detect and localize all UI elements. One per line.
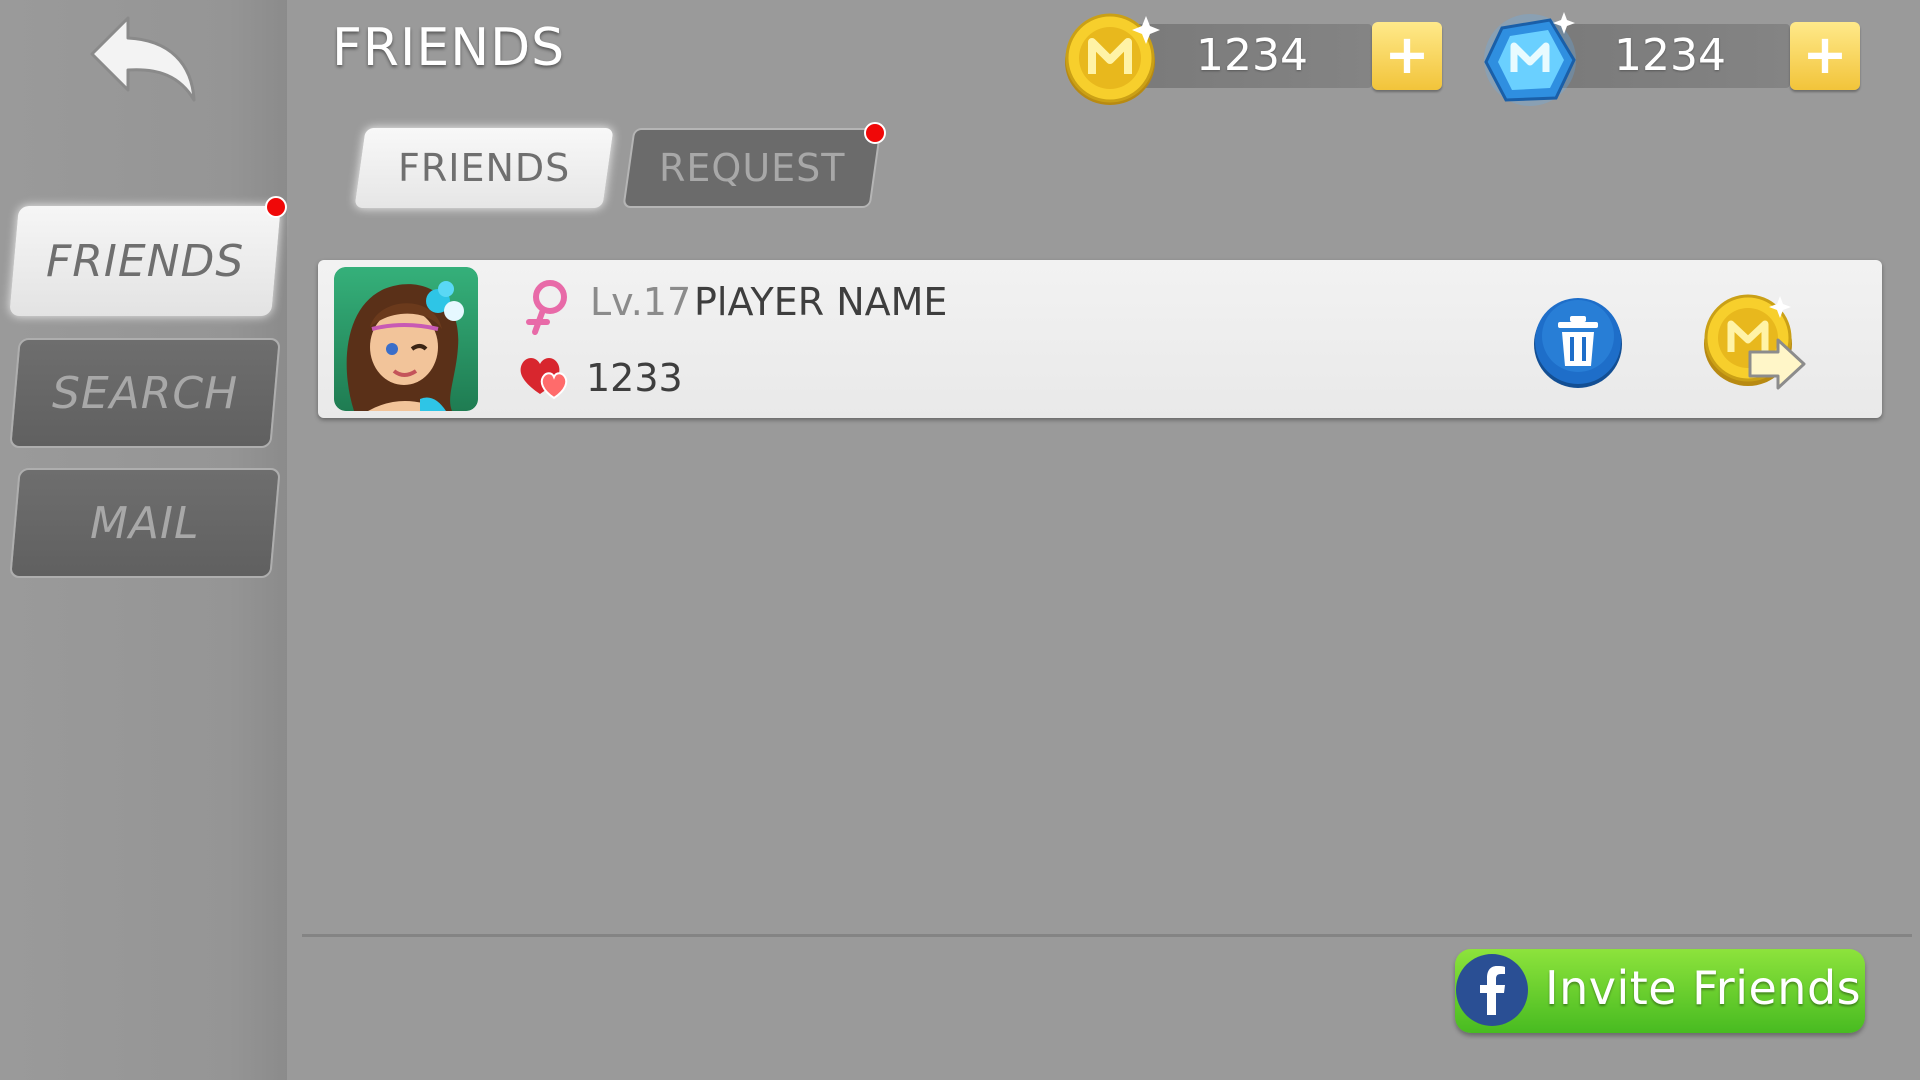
sidebar-item-label: FRIENDS (45, 235, 245, 287)
sidebar-item-label: MAIL (90, 497, 200, 549)
tab-label: REQUEST (658, 146, 846, 190)
friend-name: PlAYER NAME (694, 280, 948, 324)
back-arrow-icon[interactable] (88, 14, 198, 104)
friend-list-item[interactable]: Lv.17 PlAYER NAME 1233 (318, 260, 1882, 418)
facebook-icon (1456, 954, 1528, 1026)
tab-request[interactable]: REQUEST (622, 128, 882, 208)
page-title: FRIENDS (332, 18, 566, 78)
trash-icon[interactable] (1532, 296, 1624, 388)
sidebar: FRIENDS SEARCH MAIL (0, 0, 287, 1080)
notification-dot (265, 196, 287, 218)
sidebar-item-label: SEARCH (51, 367, 239, 419)
send-coin-icon[interactable] (1698, 290, 1808, 390)
add-coins-button[interactable]: + (1372, 22, 1442, 90)
coin-amount: 1234 (1196, 30, 1308, 81)
friend-hearts: 1233 (586, 356, 683, 400)
female-symbol-icon (526, 280, 567, 335)
tab-label: FRIENDS (397, 146, 571, 190)
divider (302, 934, 1912, 937)
invite-friends-label: Invite Friends (1545, 961, 1862, 1015)
hearts-icon (520, 358, 568, 400)
gem-amount: 1234 (1614, 30, 1726, 81)
sidebar-item-mail[interactable]: MAIL (9, 468, 281, 578)
sidebar-item-friends[interactable]: FRIENDS (9, 206, 281, 316)
invite-friends-button[interactable]: Invite Friends (1455, 949, 1865, 1033)
notification-dot (864, 122, 886, 144)
coin-counter: 1234 + (1062, 13, 1442, 105)
tab-friends[interactable]: FRIENDS (354, 128, 614, 208)
add-gems-button[interactable]: + (1790, 22, 1860, 90)
friend-level: Lv.17 (590, 280, 692, 324)
gold-coin-icon (1065, 13, 1160, 105)
blue-gem-icon (1484, 12, 1576, 106)
gem-counter: 1234 + (1480, 12, 1860, 106)
female-avatar (334, 267, 478, 411)
sidebar-item-search[interactable]: SEARCH (9, 338, 281, 448)
